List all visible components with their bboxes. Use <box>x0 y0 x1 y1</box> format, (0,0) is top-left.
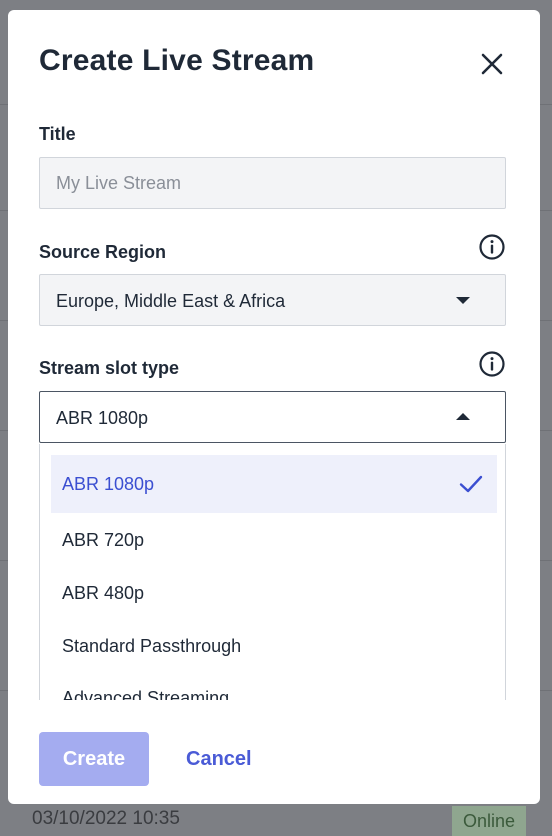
modal-title: Create Live Stream <box>39 44 315 77</box>
stream-slot-type-select[interactable]: ABR 1080p <box>39 391 506 443</box>
create-button[interactable]: Create <box>39 732 149 786</box>
option-label: ABR 1080p <box>62 474 155 494</box>
check-icon <box>459 475 483 493</box>
source-region-value: Europe, Middle East & Africa <box>56 291 286 311</box>
stream-slot-type-label: Stream slot type <box>39 358 180 378</box>
dropdown-option-advanced-streaming[interactable]: Advanced Streaming <box>51 669 497 700</box>
dropdown-option-abr-720p[interactable]: ABR 720p <box>51 511 497 569</box>
chevron-down-icon <box>456 297 470 304</box>
source-region-label: Source Region <box>39 242 167 262</box>
create-live-stream-modal: Create Live Stream Title Source Region E… <box>8 10 540 804</box>
option-label: Advanced Streaming <box>62 688 230 700</box>
cancel-button[interactable]: Cancel <box>186 732 252 786</box>
option-label: Standard Passthrough <box>62 636 242 656</box>
dropdown-option-abr-480p[interactable]: ABR 480p <box>51 564 497 622</box>
dropdown-option-abr-1080p[interactable]: ABR 1080p <box>51 455 497 513</box>
title-label: Title <box>39 124 76 144</box>
chevron-up-icon <box>456 413 470 420</box>
info-icon-graphic <box>479 351 505 377</box>
source-region-select[interactable]: Europe, Middle East & Africa <box>39 274 506 326</box>
stream-slot-type-value: ABR 1080p <box>56 408 149 428</box>
stream-slot-type-dropdown: ABR 1080p ABR 720p ABR 480p Standard Pas… <box>39 444 506 700</box>
info-icon[interactable] <box>478 233 506 261</box>
info-icon[interactable] <box>478 350 506 378</box>
dropdown-option-standard-passthrough[interactable]: Standard Passthrough <box>51 617 497 675</box>
background-timestamp: 03/10/2022 10:35 <box>32 808 180 829</box>
close-icon <box>481 53 503 75</box>
option-label: ABR 720p <box>62 530 145 550</box>
option-label: ABR 480p <box>62 583 145 603</box>
info-icon-graphic <box>479 234 505 260</box>
title-field-container <box>39 157 506 209</box>
title-input[interactable] <box>40 158 505 208</box>
close-button[interactable] <box>476 48 508 80</box>
